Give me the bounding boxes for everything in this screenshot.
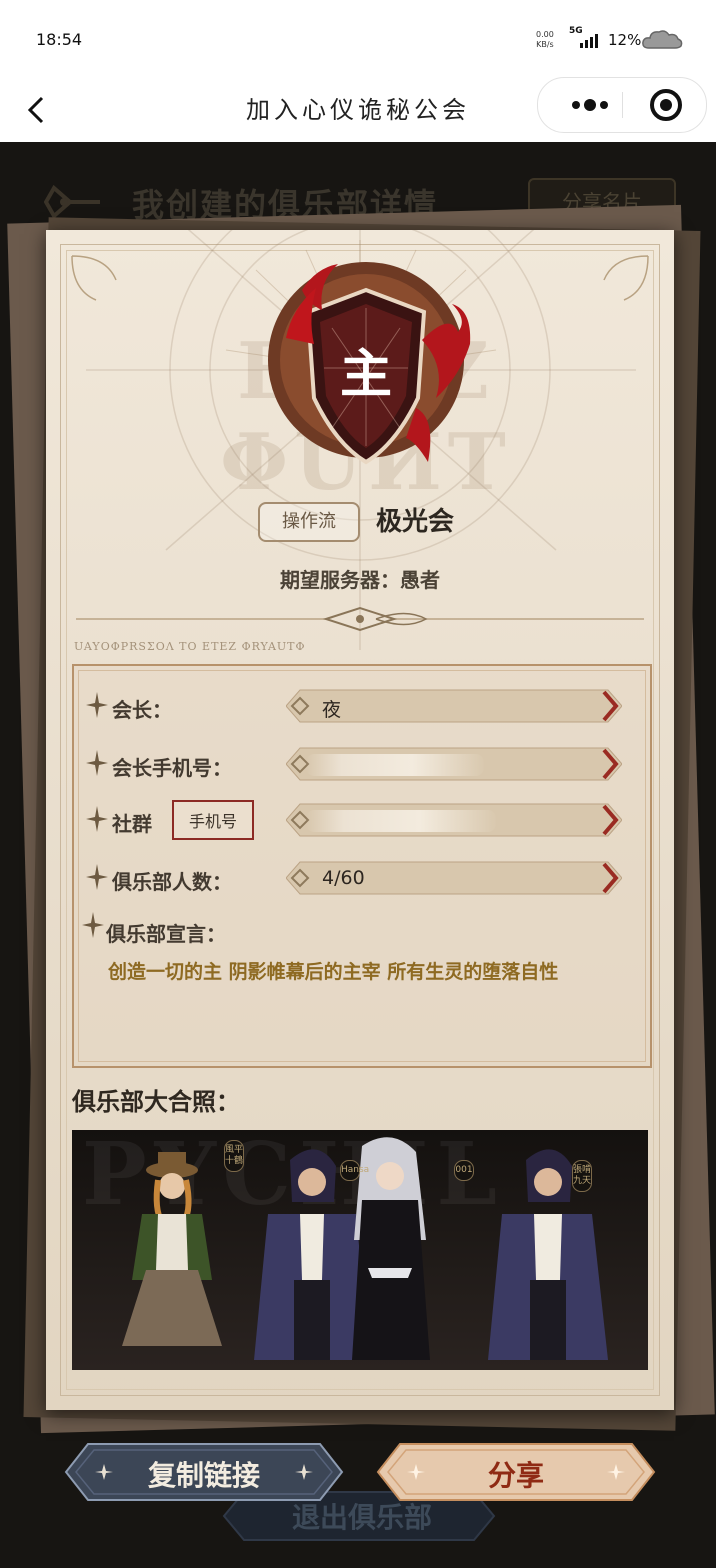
- cloud-battery-icon: [642, 30, 683, 49]
- share-label: 分享: [487, 1459, 544, 1492]
- club-info-panel: 会长： 夜 会长手机号： 社群 手机号 俱乐部人数： 4/60 俱乐部宣言： 创…: [72, 664, 652, 1068]
- capsule-divider: [622, 92, 623, 118]
- redacted-phone-blur: [306, 754, 484, 776]
- net-speed: 0.00 KB/s: [536, 30, 554, 50]
- president-phone-field: [286, 746, 622, 782]
- capsule-menu: [537, 77, 707, 133]
- cipher-text-line: UAYOΦPRSΣOΛ TO ETEZ ΦRYAUTΦ: [74, 640, 306, 653]
- community-row: 社群 手机号: [74, 800, 650, 840]
- expected-server: 期望服务器：愚者: [280, 568, 440, 592]
- signal-icon: [580, 34, 598, 48]
- president-field: 夜: [286, 688, 622, 724]
- battery-level: 12%: [608, 31, 642, 49]
- redacted-community-blur: [306, 810, 496, 832]
- player-nametag: 風平十鶴: [224, 1140, 244, 1172]
- sparkle-star-icon: [86, 864, 108, 890]
- community-label: 社群: [112, 812, 152, 836]
- sparkle-star-icon: [86, 806, 108, 832]
- emblem-character: 主: [339, 344, 392, 405]
- nav-bar: 加入心仪诡秘公会: [0, 77, 716, 142]
- declaration-label: 俱乐部宣言：: [106, 922, 226, 946]
- ornate-back-arrow-icon[interactable]: [44, 184, 102, 220]
- share-button[interactable]: 分享: [376, 1442, 656, 1502]
- player-nametag: 張啃九天: [572, 1160, 592, 1192]
- sparkle-star-icon: [86, 692, 108, 718]
- club-card: ETEZ ΦUИT 主 操作流 极光会 期望服务器：愚者 UAYOΦPRSΣOΛ…: [46, 230, 674, 1410]
- play-style-tag: 操作流: [258, 502, 360, 542]
- club-name: 极光会: [376, 507, 455, 537]
- president-value: 夜: [322, 699, 342, 721]
- group-photo-label: 俱乐部大合照：: [72, 1088, 240, 1116]
- community-type-button[interactable]: 手机号: [172, 800, 254, 840]
- close-target-icon[interactable]: [638, 78, 696, 132]
- president-label: 会长：: [112, 698, 172, 722]
- members-row: 俱乐部人数： 4/60: [74, 858, 650, 898]
- net-speed-value: 0.00: [536, 30, 554, 39]
- declaration-text: 创造一切的主 阴影帷幕后的主宰 所有生灵的堕落自性: [108, 961, 559, 983]
- community-field: [286, 802, 622, 838]
- sparkle-star-icon: [82, 912, 104, 938]
- members-field: 4/60: [286, 860, 622, 896]
- copy-link-label: 复制链接: [147, 1459, 260, 1492]
- members-label: 俱乐部人数：: [112, 870, 232, 894]
- president-phone-row: 会长手机号：: [74, 744, 650, 784]
- ornate-divider: [76, 606, 644, 632]
- exit-club-label: 退出俱乐部: [291, 1501, 432, 1534]
- group-photo[interactable]: PYCHIL 風平十鶴: [72, 1130, 648, 1370]
- status-bar: 18:54 0.00 KB/s 5G 12%: [0, 0, 716, 80]
- club-emblem: 主: [246, 248, 486, 488]
- president-phone-label: 会长手机号：: [112, 756, 232, 780]
- more-dots-icon[interactable]: [558, 78, 622, 132]
- members-value: 4/60: [322, 867, 365, 889]
- player-nametag: Hansa: [340, 1160, 369, 1181]
- sparkle-star-icon: [86, 750, 108, 776]
- status-time: 18:54: [36, 30, 83, 49]
- player-nametag: 001: [454, 1160, 474, 1181]
- net-speed-unit: KB/s: [536, 40, 554, 49]
- president-row: 会长： 夜: [74, 686, 650, 726]
- copy-link-button[interactable]: 复制链接: [64, 1442, 344, 1502]
